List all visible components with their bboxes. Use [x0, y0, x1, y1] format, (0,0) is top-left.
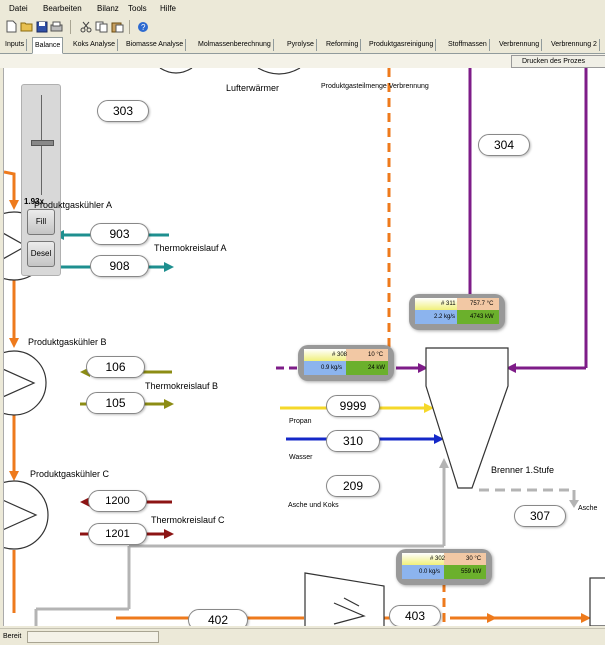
open-folder-icon[interactable] — [20, 20, 33, 33]
panel-311-id: # 311 — [441, 301, 456, 307]
panel-302-flow: 0.0 kg/s — [419, 569, 441, 575]
stream-panel-302[interactable]: # 302 30 °C 0.0 kg/s 559 kW — [396, 549, 492, 585]
panel-308-flow: 0.9 kg/s — [321, 365, 343, 371]
panel-311-temp: 757.7 °C — [470, 301, 494, 307]
tab-molmassenberechnung[interactable]: Molmassenberechnung — [196, 39, 274, 51]
paste-icon[interactable] — [111, 20, 124, 33]
node-310[interactable]: 310 — [326, 430, 380, 452]
node-307[interactable]: 307 — [514, 505, 566, 527]
panel-302-id: # 302 — [430, 556, 446, 562]
print-bar: Drucken des Prozes — [0, 54, 605, 68]
node-209[interactable]: 209 — [326, 475, 380, 497]
toolbar: ? — [0, 17, 605, 38]
menu-item-bilanz[interactable]: Bilanz — [97, 4, 119, 13]
status-text: Bereit — [3, 633, 22, 640]
zoom-slider-thumb[interactable] — [31, 140, 54, 146]
panel-308-temp: 10 °C — [368, 352, 384, 358]
zoom-panel: 1.93x Fill Desel — [21, 84, 61, 276]
print-process-button[interactable]: Drucken des Prozes — [511, 55, 605, 68]
tab-biomasse-analyse[interactable]: Biomasse Analyse — [124, 39, 187, 51]
tab-verbrennung-2[interactable]: Verbrennung 2 — [549, 39, 600, 51]
process-diagram-canvas[interactable]: 1.93x Fill Desel Lufterwärmer Produktgas… — [3, 68, 605, 626]
panel-308-id: # 308 — [332, 352, 348, 358]
tab-verbrennung[interactable]: Verbrennung — [497, 39, 543, 51]
label-thermokreislauf-c: Thermokreislauf C — [151, 515, 225, 525]
node-908[interactable]: 908 — [90, 255, 149, 277]
menu-item-tools[interactable]: Tools — [128, 4, 147, 13]
cut-icon[interactable] — [79, 20, 92, 33]
label-produktgaskuehler-c: Produktgaskühler C — [30, 469, 110, 479]
save-icon[interactable] — [35, 20, 48, 33]
tab-pyrolyse[interactable]: Pyrolyse — [285, 39, 317, 51]
tab-balance[interactable]: Balance — [32, 37, 64, 54]
fill-button[interactable]: Fill — [27, 209, 55, 235]
stream-panel-308[interactable]: # 308 10 °C 0.9 kg/s 24 kW — [298, 345, 394, 381]
node-105[interactable]: 105 — [86, 392, 145, 414]
label-wasser: Wasser — [289, 454, 313, 461]
help-icon[interactable]: ? — [136, 20, 149, 33]
tab-inputs[interactable]: Inputs — [3, 39, 28, 51]
node-403[interactable]: 403 — [389, 605, 441, 626]
menu-item-bearbeiten[interactable]: Bearbeiten — [43, 4, 82, 13]
label-asche: Asche — [578, 505, 598, 512]
status-bar: Bereit — [0, 628, 605, 645]
tab-reforming[interactable]: Reforming — [324, 39, 362, 51]
tab-koks-analyse[interactable]: Koks Analyse — [71, 39, 119, 51]
node-304[interactable]: 304 — [478, 134, 530, 156]
label-produktgaskuehler-a: Produktgaskühler A — [34, 200, 113, 210]
menu-bar: Datei Bearbeiten Bilanz Tools Hilfe — [0, 0, 605, 17]
label-produktgaskuehler-b: Produktgaskühler B — [28, 337, 107, 347]
node-303[interactable]: 303 — [97, 100, 149, 122]
label-asche-koks: Asche und Koks — [288, 502, 339, 509]
panel-308-power: 24 kW — [368, 365, 386, 371]
label-thermokreislauf-b: Thermokreislauf B — [145, 381, 219, 391]
label-propan: Propan — [289, 418, 312, 425]
label-thermokreislauf-a: Thermokreislauf A — [154, 243, 227, 253]
tab-bar: Inputs Balance Koks Analyse Biomasse Ana… — [0, 37, 605, 54]
panel-311-flow: 2.2 kg/s — [434, 314, 456, 320]
tab-produktgasreinigung[interactable]: Produktgasreinigung — [367, 39, 437, 51]
desel-button[interactable]: Desel — [27, 241, 55, 267]
node-106[interactable]: 106 — [86, 356, 145, 378]
stream-panel-311[interactable]: # 311 757.7 °C 2.2 kg/s 4743 kW — [409, 294, 505, 330]
tab-stoffmassen[interactable]: Stoffmassen — [446, 39, 490, 51]
node-903[interactable]: 903 — [90, 223, 149, 245]
menu-item-datei[interactable]: Datei — [9, 4, 28, 13]
panel-302-power: 559 kW — [461, 569, 482, 575]
panel-311-power: 4743 kW — [470, 314, 494, 320]
node-1200[interactable]: 1200 — [88, 490, 147, 512]
label-lufterwaermer: Lufterwärmer — [226, 83, 280, 93]
copy-icon[interactable] — [95, 20, 108, 33]
label-brenner: Brenner 1.Stufe — [491, 465, 555, 475]
svg-text:?: ? — [141, 23, 146, 32]
node-402[interactable]: 402 — [188, 609, 248, 626]
new-file-icon[interactable] — [5, 20, 18, 33]
status-panel — [27, 631, 159, 643]
node-1201[interactable]: 1201 — [88, 523, 147, 545]
print-icon[interactable] — [50, 20, 63, 33]
menu-item-hilfe[interactable]: Hilfe — [160, 4, 176, 13]
panel-302-temp: 30 °C — [466, 556, 482, 562]
label-produktgasteilmenge: Produktgasteilmenge Verbrennung — [321, 83, 429, 90]
node-9999[interactable]: 9999 — [326, 395, 380, 417]
